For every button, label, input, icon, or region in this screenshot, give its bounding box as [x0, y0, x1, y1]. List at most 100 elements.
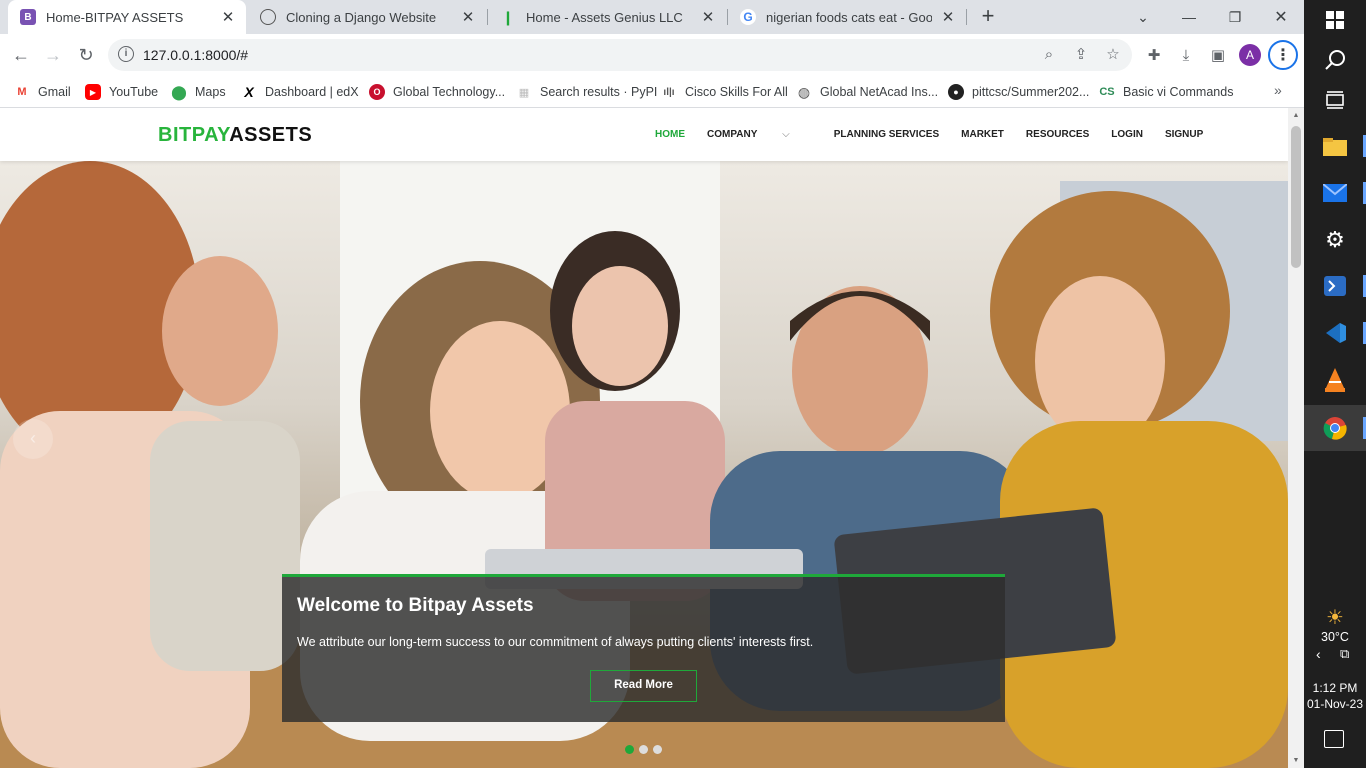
search-icon[interactable]	[1319, 44, 1351, 76]
bootstrap-icon: B	[20, 9, 36, 25]
bookmark-star-icon[interactable]: ☆	[1104, 46, 1122, 64]
chevron-left-icon[interactable]: ‹	[1316, 646, 1321, 662]
close-tab-icon[interactable]: ✕	[460, 8, 476, 26]
read-more-button[interactable]: Read More	[590, 670, 697, 702]
task-view-icon[interactable]	[1319, 84, 1351, 116]
share-icon[interactable]: ⇪	[1072, 46, 1090, 64]
bookmark-label: Search results · PyPI	[540, 85, 658, 99]
close-window-button[interactable]: ✕	[1258, 0, 1304, 34]
system-clock[interactable]: 1:12 PM 01-Nov-23	[1304, 680, 1366, 712]
forward-arrow-icon[interactable]: →	[40, 42, 66, 68]
scroll-up-icon[interactable]: ▲	[1292, 112, 1300, 119]
carousel-dot-2[interactable]	[639, 745, 648, 754]
windows-start-icon[interactable]	[1319, 4, 1351, 36]
weather-widget[interactable]: ☀ 30°C	[1304, 605, 1366, 644]
chrome-menu-icon[interactable]: ⋮	[1268, 40, 1298, 70]
settings-icon[interactable]: ⚙	[1319, 224, 1351, 256]
bookmark-global-technology[interactable]: O Global Technology...	[369, 82, 505, 102]
weather-temp: 30°C	[1321, 630, 1349, 644]
bookmark-youtube[interactable]: ▶ YouTube	[85, 82, 158, 102]
nav-company[interactable]: COMPANY ⌵	[707, 129, 812, 140]
site-nav-links: HOME COMPANY ⌵ PLANNING SERVICES MARKET …	[655, 129, 1225, 140]
nav-market[interactable]: MARKET	[961, 129, 1004, 140]
tab-cloning-django[interactable]: Cloning a Django Website ✕	[248, 0, 486, 34]
site-info-icon[interactable]: i	[118, 46, 134, 62]
opera-icon: O	[369, 84, 385, 100]
nav-company-label: COMPANY	[707, 129, 758, 140]
mail-icon[interactable]	[1319, 177, 1351, 209]
bookmark-label: YouTube	[109, 85, 159, 99]
tab-separator	[966, 9, 967, 25]
carousel-prev-button[interactable]: ‹	[13, 419, 53, 459]
nav-home[interactable]: HOME	[655, 129, 685, 140]
download-icon[interactable]: ⤓	[1173, 42, 1199, 68]
carousel-dot-3[interactable]	[653, 745, 662, 754]
bookmark-label: Global NetAcad Ins...	[820, 85, 939, 99]
nav-login[interactable]: LOGIN	[1111, 129, 1143, 140]
bookmark-gmail[interactable]: M Gmail	[14, 82, 70, 102]
close-tab-icon[interactable]: ✕	[700, 8, 716, 26]
vlc-icon[interactable]	[1319, 364, 1351, 396]
reload-icon[interactable]: ↻	[73, 42, 99, 68]
bookmark-github[interactable]: ● pittcsc/Summer202...	[948, 82, 1089, 102]
tab-google-search[interactable]: G nigerian foods cats eat - Google ✕	[728, 0, 966, 34]
chatgpt-icon	[260, 9, 276, 25]
bookmark-edx[interactable]: X Dashboard | edX	[241, 82, 359, 102]
nav-planning-services[interactable]: PLANNING SERVICES	[834, 129, 939, 140]
file-explorer-icon[interactable]	[1319, 130, 1351, 162]
weather-sun-icon: ☀	[1326, 607, 1344, 629]
tab-home-bitpay[interactable]: B Home-BITPAY ASSETS ✕	[8, 0, 246, 34]
url-text[interactable]: 127.0.0.1:8000/#	[143, 47, 248, 63]
bookmarks-bar: M Gmail ▶ YouTube ⬤ Maps X Dashboard | e…	[0, 76, 1304, 108]
nav-signup[interactable]: SIGNUP	[1165, 129, 1203, 140]
bookmark-netacad[interactable]: ◍ Global NetAcad Ins...	[796, 82, 938, 102]
hero-heading: Welcome to Bitpay Assets	[297, 595, 534, 616]
carousel-dot-1[interactable]	[625, 745, 634, 754]
edx-icon: X	[244, 84, 254, 100]
globe-icon: ◍	[797, 83, 811, 100]
minimize-button[interactable]: —	[1166, 0, 1212, 34]
vscode-icon[interactable]	[1319, 317, 1351, 349]
profile-avatar[interactable]: A	[1239, 44, 1261, 66]
scroll-down-icon[interactable]: ▼	[1292, 757, 1300, 764]
tab-assets-genius[interactable]: ❙ Home - Assets Genius LLC ✕	[488, 0, 726, 34]
close-tab-icon[interactable]: ✕	[940, 8, 956, 26]
tab-title: Home-BITPAY ASSETS	[46, 9, 184, 25]
tab-search-chevron-icon[interactable]: ⌄	[1120, 0, 1166, 34]
scrollbar-thumb[interactable]	[1291, 126, 1301, 268]
browser-window: B Home-BITPAY ASSETS ✕ Cloning a Django …	[0, 0, 1304, 108]
site-logo[interactable]: BITPAYASSETS	[158, 124, 312, 147]
brand-part-1: BITPAY	[158, 124, 230, 146]
bookmark-vi-commands[interactable]: CS Basic vi Commands	[1099, 82, 1233, 102]
bookmark-label: Dashboard | edX	[265, 85, 359, 99]
nav-resources[interactable]: RESOURCES	[1026, 129, 1089, 140]
display-icon[interactable]: ⧉	[1340, 646, 1349, 662]
bookmark-maps[interactable]: ⬤ Maps	[171, 82, 225, 102]
notification-center-icon[interactable]	[1324, 730, 1344, 748]
bookmark-label: Basic vi Commands	[1123, 85, 1234, 99]
chevron-down-icon: ⌵	[782, 129, 790, 140]
hero-caption: Welcome to Bitpay Assets We attribute ou…	[282, 574, 1005, 722]
extensions-puzzle-icon[interactable]: ✚	[1141, 42, 1167, 68]
more-bookmarks-icon[interactable]: »	[1274, 82, 1282, 98]
close-tab-icon[interactable]: ✕	[220, 8, 236, 26]
back-arrow-icon[interactable]: ←	[8, 42, 34, 68]
green-leaf-icon: ❙	[502, 8, 514, 25]
address-bar[interactable]: i 127.0.0.1:8000/# ⌕ ⇪ ☆	[108, 39, 1132, 71]
zoom-icon[interactable]: ⌕	[1040, 46, 1058, 64]
new-tab-button[interactable]: +	[976, 5, 1000, 29]
maps-icon: ⬤	[171, 83, 187, 100]
restore-button[interactable]: ❐	[1212, 0, 1258, 34]
tab-title: Cloning a Django Website	[286, 9, 437, 25]
side-panel-icon[interactable]: ▣	[1205, 42, 1231, 68]
browser-toolbar: ← → ↻ i 127.0.0.1:8000/# ⌕ ⇪ ☆ ✚ ⤓ ▣ A ⋮	[0, 34, 1304, 76]
bookmark-label: pittcsc/Summer202...	[972, 85, 1090, 99]
page-scrollbar[interactable]: ▲ ▼	[1288, 108, 1304, 768]
tab-title: Home - Assets Genius LLC	[526, 9, 683, 25]
chrome-icon[interactable]	[1319, 412, 1351, 444]
bookmark-cisco[interactable]: ıl|ı Cisco Skills For All	[661, 82, 787, 102]
bookmark-pypi[interactable]: ▦ Search results · PyPI	[516, 82, 658, 102]
powershell-icon[interactable]	[1319, 270, 1351, 302]
gmail-icon: M	[17, 86, 27, 98]
site-navbar: BITPAYASSETS HOME COMPANY ⌵ PLANNING SER…	[0, 108, 1288, 161]
